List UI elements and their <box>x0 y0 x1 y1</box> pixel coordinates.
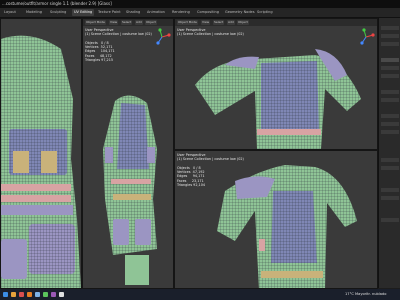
app-icon[interactable] <box>59 292 64 297</box>
tab-compositing[interactable]: Compositing <box>195 9 221 16</box>
viewport-left[interactable] <box>0 18 82 289</box>
tab-animation[interactable]: Animation <box>145 9 167 16</box>
app-icon[interactable] <box>43 292 48 297</box>
viewport-top-left[interactable]: Object Mode View Select Add Object User … <box>82 18 174 289</box>
tab-texture-paint[interactable]: Texture Paint <box>96 9 123 16</box>
explorer-icon[interactable] <box>11 292 16 297</box>
properties-sidebar[interactable] <box>378 18 400 288</box>
model-render-top-right <box>195 49 361 149</box>
workspace-tabs: Layout Modeling Sculpting UV Editing Tex… <box>0 8 400 18</box>
tab-uv-editing[interactable]: UV Editing <box>72 9 95 16</box>
app-icon[interactable] <box>35 292 40 297</box>
navigation-gizmo-icon[interactable] <box>153 28 171 46</box>
tab-shading[interactable]: Shading <box>124 9 142 16</box>
browser-icon[interactable] <box>19 292 24 297</box>
model-render-bottom-right <box>217 165 357 288</box>
blender-icon[interactable] <box>27 292 32 297</box>
tab-rendering[interactable]: Rendering <box>170 9 192 16</box>
viewport-bottom-right[interactable]: User Perspective (1) Scene Collection | … <box>174 150 378 289</box>
tab-sculpting[interactable]: Sculpting <box>48 9 68 16</box>
tab-scripting[interactable]: Scripting <box>255 9 275 16</box>
tab-geometry-nodes[interactable]: Geometry Nodes <box>223 9 257 16</box>
tab-modeling[interactable]: Modeling <box>24 9 44 16</box>
app-icon[interactable] <box>51 292 56 297</box>
tab-layout[interactable]: Layout <box>2 9 18 16</box>
model-render-left <box>1 35 81 288</box>
weather-status[interactable]: 17°C Mayoritr. nublado <box>345 289 386 300</box>
navigation-gizmo-icon[interactable] <box>357 28 375 46</box>
window-title: ...costume/outfit/armor single 1.1 (blen… <box>2 1 112 6</box>
os-taskbar: 17°C Mayoritr. nublado <box>0 289 400 300</box>
window-titlebar: ...costume/outfit/armor single 1.1 (blen… <box>0 0 400 8</box>
viewport-top-right[interactable]: Object Mode View Select Add Object User … <box>174 18 378 150</box>
model-render-top-left <box>103 95 157 285</box>
start-icon[interactable] <box>3 292 8 297</box>
